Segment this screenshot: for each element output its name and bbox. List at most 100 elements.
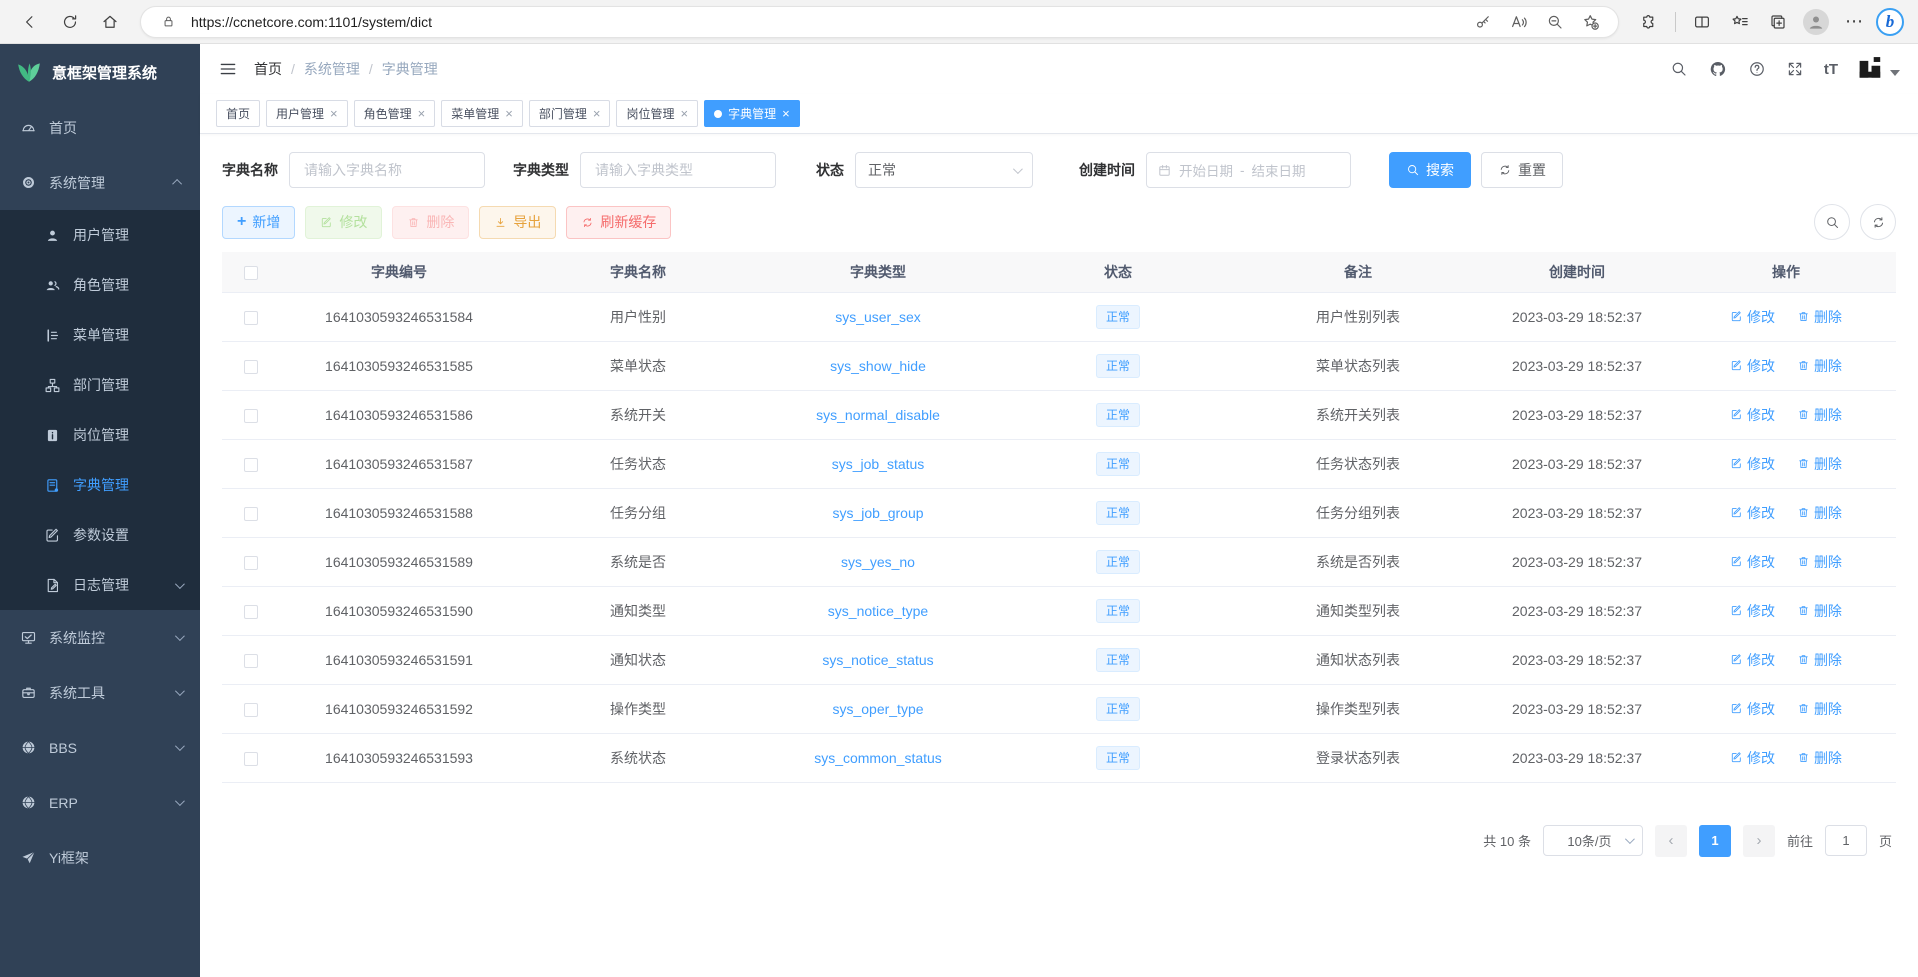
tab-dict-management[interactable]: 字典管理×	[704, 100, 800, 127]
dict-type-link[interactable]: sys_normal_disable	[816, 407, 940, 423]
date-range-picker[interactable]: 开始日期 - 结束日期	[1146, 152, 1351, 188]
dict-type-link[interactable]: sys_job_group	[832, 505, 923, 521]
row-checkbox[interactable]	[244, 556, 258, 570]
row-delete-button[interactable]: 删除	[1797, 748, 1842, 768]
row-delete-button[interactable]: 删除	[1797, 307, 1842, 327]
row-edit-button[interactable]: 修改	[1730, 405, 1775, 425]
goto-page-input[interactable]	[1825, 825, 1867, 856]
edit-button[interactable]: 修改	[305, 206, 382, 239]
dict-type-link[interactable]: sys_yes_no	[841, 554, 915, 570]
row-edit-button[interactable]: 修改	[1730, 650, 1775, 670]
row-checkbox[interactable]	[244, 360, 258, 374]
row-checkbox[interactable]	[244, 409, 258, 423]
refresh-cache-button[interactable]: 刷新缓存	[566, 206, 671, 239]
sidebar-item-user-management[interactable]: 用户管理	[0, 210, 200, 260]
end-date-placeholder[interactable]: 结束日期	[1252, 160, 1306, 180]
favorites-icon[interactable]	[1724, 6, 1756, 38]
row-delete-button[interactable]: 删除	[1797, 601, 1842, 621]
reload-icon[interactable]	[54, 6, 86, 38]
tab-post-management[interactable]: 岗位管理×	[616, 100, 698, 127]
extensions-icon[interactable]	[1633, 6, 1665, 38]
dict-name-input[interactable]	[289, 152, 485, 188]
row-edit-button[interactable]: 修改	[1730, 503, 1775, 523]
sidebar-item-erp[interactable]: ERP	[0, 775, 200, 830]
row-delete-button[interactable]: 删除	[1797, 699, 1842, 719]
next-page-button[interactable]: ›	[1743, 825, 1775, 857]
close-icon[interactable]: ×	[680, 107, 688, 120]
close-icon[interactable]: ×	[505, 107, 513, 120]
address-bar[interactable]: https://ccnetcore.com:1101/system/dict	[140, 6, 1619, 38]
tab-menu-management[interactable]: 菜单管理×	[441, 100, 523, 127]
close-icon[interactable]: ×	[330, 107, 338, 120]
tab-role-management[interactable]: 角色管理×	[354, 100, 436, 127]
sidebar-item-system-management[interactable]: 系统管理	[0, 155, 200, 210]
read-aloud-icon[interactable]	[1506, 9, 1532, 35]
help-icon[interactable]	[1748, 60, 1766, 78]
dict-type-link[interactable]: sys_notice_type	[828, 603, 928, 619]
row-edit-button[interactable]: 修改	[1730, 601, 1775, 621]
dict-type-link[interactable]: sys_show_hide	[830, 358, 926, 374]
tab-dept-management[interactable]: 部门管理×	[529, 100, 611, 127]
dict-type-input[interactable]	[580, 152, 776, 188]
sidebar-item-home[interactable]: 首页	[0, 100, 200, 155]
url-text[interactable]: https://ccnetcore.com:1101/system/dict	[191, 14, 432, 30]
github-icon[interactable]	[1708, 59, 1728, 79]
dict-type-link[interactable]: sys_job_status	[832, 456, 925, 472]
row-checkbox[interactable]	[244, 311, 258, 325]
back-icon[interactable]	[14, 6, 46, 38]
sidebar-item-yi-framework[interactable]: Yi框架	[0, 830, 200, 885]
close-icon[interactable]: ×	[593, 107, 601, 120]
refresh-table-button[interactable]	[1860, 204, 1896, 240]
status-select[interactable]: 正常	[855, 152, 1033, 188]
row-checkbox[interactable]	[244, 458, 258, 472]
sidebar-item-bbs[interactable]: BBS	[0, 720, 200, 775]
row-edit-button[interactable]: 修改	[1730, 454, 1775, 474]
sidebar-item-role-management[interactable]: 角色管理	[0, 260, 200, 310]
row-delete-button[interactable]: 删除	[1797, 552, 1842, 572]
export-button[interactable]: 导出	[479, 206, 556, 239]
zoom-out-icon[interactable]	[1542, 9, 1568, 35]
dict-type-link[interactable]: sys_notice_status	[822, 652, 933, 668]
row-checkbox[interactable]	[244, 654, 258, 668]
dict-type-link[interactable]: sys_oper_type	[832, 701, 923, 717]
password-key-icon[interactable]	[1470, 9, 1496, 35]
row-checkbox[interactable]	[244, 703, 258, 717]
breadcrumb-home[interactable]: 首页	[254, 59, 282, 79]
row-checkbox[interactable]	[244, 752, 258, 766]
show-search-button[interactable]	[1814, 204, 1850, 240]
collapse-menu-icon[interactable]	[218, 59, 238, 79]
page-number-1[interactable]: 1	[1699, 825, 1731, 857]
close-icon[interactable]: ×	[418, 107, 426, 120]
row-edit-button[interactable]: 修改	[1730, 552, 1775, 572]
home-icon[interactable]	[94, 6, 126, 38]
add-favorite-icon[interactable]	[1578, 9, 1604, 35]
split-screen-icon[interactable]	[1686, 6, 1718, 38]
sidebar-item-post-management[interactable]: 岗位管理	[0, 410, 200, 460]
search-button[interactable]: 搜索	[1389, 152, 1471, 188]
sidebar-item-log-management[interactable]: 日志管理	[0, 560, 200, 610]
dict-type-link[interactable]: sys_common_status	[814, 750, 942, 766]
select-all-checkbox[interactable]	[244, 266, 258, 280]
row-delete-button[interactable]: 删除	[1797, 503, 1842, 523]
user-avatar-menu[interactable]	[1858, 57, 1900, 81]
add-button[interactable]: + 新增	[222, 206, 295, 239]
tab-user-management[interactable]: 用户管理×	[266, 100, 348, 127]
sidebar-item-param-settings[interactable]: 参数设置	[0, 510, 200, 560]
search-icon[interactable]	[1670, 60, 1688, 78]
sidebar-item-system-monitor[interactable]: 系统监控	[0, 610, 200, 665]
row-checkbox[interactable]	[244, 605, 258, 619]
row-edit-button[interactable]: 修改	[1730, 748, 1775, 768]
row-delete-button[interactable]: 删除	[1797, 356, 1842, 376]
start-date-placeholder[interactable]: 开始日期	[1179, 160, 1233, 180]
row-delete-button[interactable]: 删除	[1797, 650, 1842, 670]
row-delete-button[interactable]: 删除	[1797, 405, 1842, 425]
lock-icon[interactable]	[155, 9, 181, 35]
fullscreen-icon[interactable]	[1786, 60, 1804, 78]
row-edit-button[interactable]: 修改	[1730, 307, 1775, 327]
row-edit-button[interactable]: 修改	[1730, 356, 1775, 376]
delete-button[interactable]: 删除	[392, 206, 469, 239]
profile-avatar[interactable]	[1800, 6, 1832, 38]
font-size-icon[interactable]: tT	[1824, 61, 1838, 78]
page-size-select[interactable]: 10条/页	[1543, 825, 1643, 856]
collections-icon[interactable]	[1762, 6, 1794, 38]
